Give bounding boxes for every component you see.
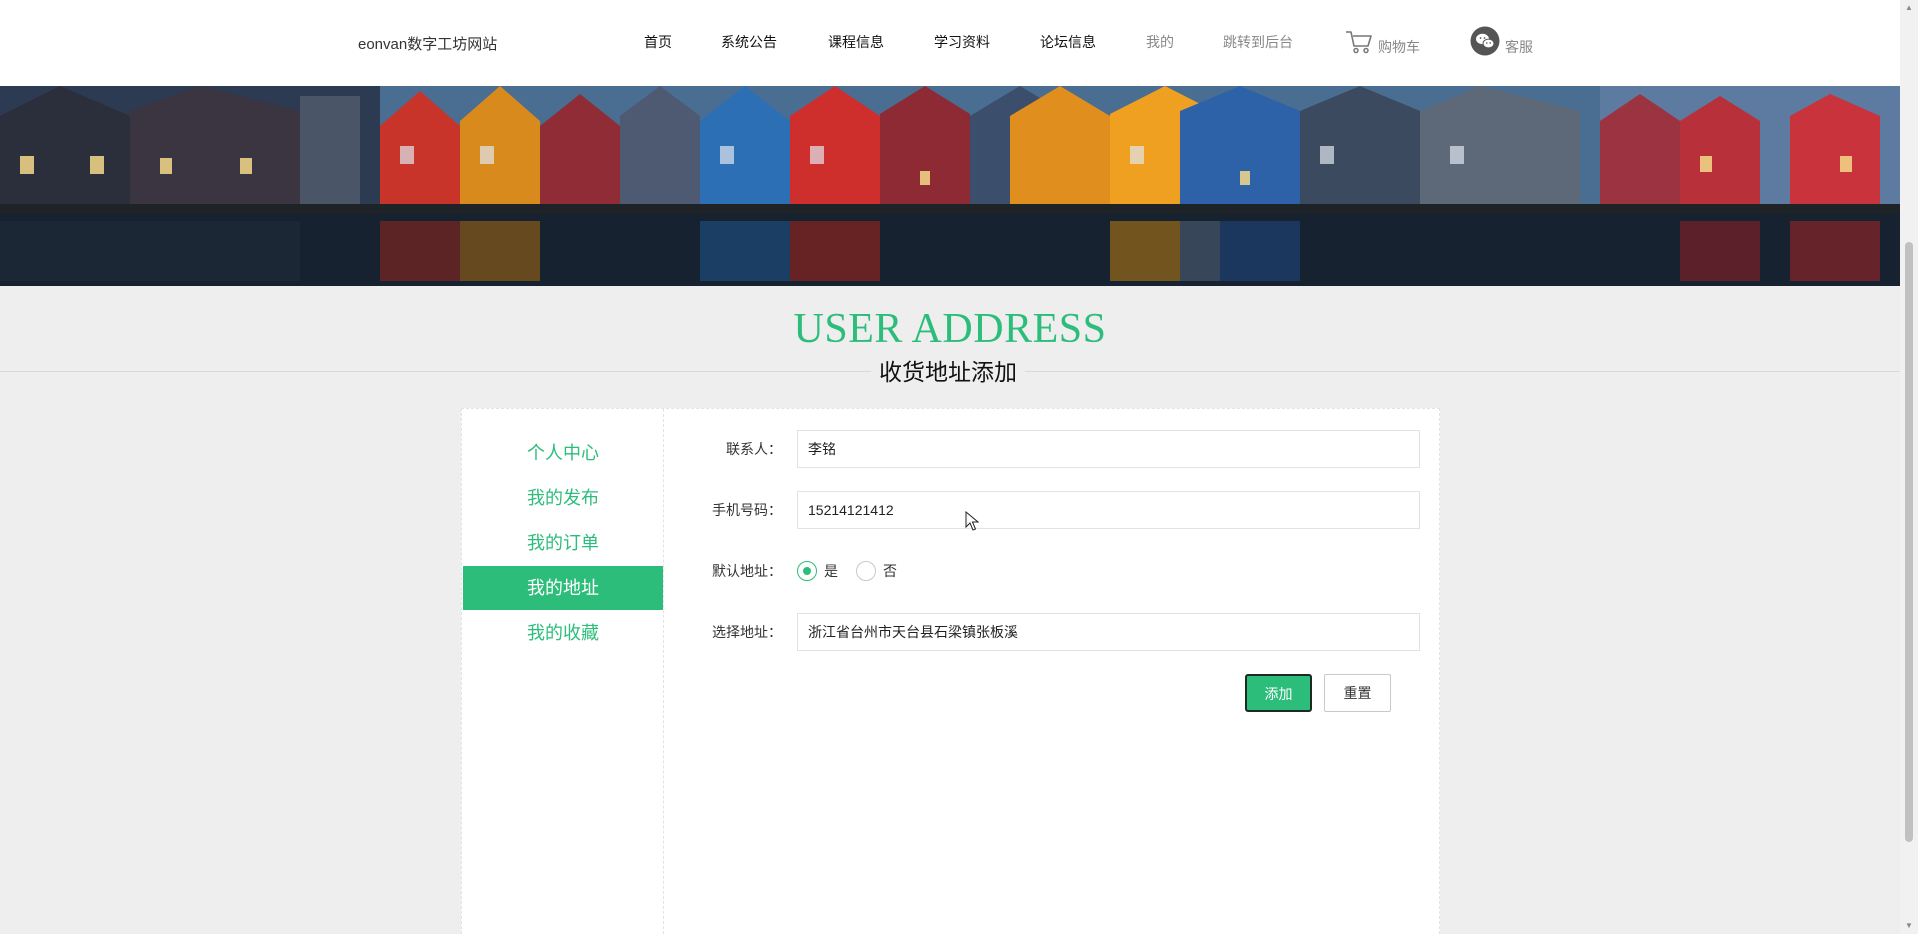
phone-label: 手机号码：	[712, 502, 782, 518]
wechat-icon[interactable]	[1470, 26, 1500, 61]
main-nav: 首页 系统公告 课程信息 学习资料 论坛信息 我的 跳转到后台 购物车 客服	[0, 26, 1900, 56]
radio-checked-icon[interactable]	[797, 561, 817, 581]
sidebar-item-my-favorites[interactable]: 我的收藏	[463, 611, 663, 655]
default-no-radio[interactable]: 否	[856, 561, 897, 581]
nav-courses[interactable]: 课程信息	[828, 33, 884, 51]
service-label[interactable]: 客服	[1505, 38, 1533, 56]
sidebar-item-personal-center[interactable]: 个人中心	[463, 431, 663, 475]
default-no-label: 否	[883, 563, 897, 579]
nav-home[interactable]: 首页	[644, 33, 672, 51]
scroll-up-icon[interactable]: ▲	[1905, 4, 1913, 12]
contact-input[interactable]	[797, 430, 1420, 468]
header: eonvan数字工坊网站 首页 系统公告 课程信息 学习资料 论坛信息 我的 跳…	[0, 0, 1900, 86]
contact-label: 联系人：	[726, 441, 782, 457]
nav-materials[interactable]: 学习资料	[934, 33, 990, 51]
sidebar-item-my-address[interactable]: 我的地址	[463, 566, 663, 610]
add-button[interactable]: 添加	[1245, 674, 1312, 712]
reset-button[interactable]: 重置	[1324, 674, 1391, 712]
page-title: USER ADDRESS	[793, 306, 1107, 352]
cart-icon[interactable]	[1345, 29, 1373, 60]
user-sidebar: 个人中心 我的发布 我的订单 我的地址 我的收藏	[462, 409, 664, 934]
default-yes-label: 是	[824, 563, 838, 579]
page-subtitle: 收货地址添加	[871, 357, 1025, 387]
nav-forum[interactable]: 论坛信息	[1040, 33, 1096, 51]
radio-unchecked-icon[interactable]	[856, 561, 876, 581]
banner-image	[0, 86, 1900, 286]
sidebar-item-my-orders[interactable]: 我的订单	[463, 521, 663, 565]
default-address-label: 默认地址：	[712, 563, 782, 579]
address-label: 选择地址：	[712, 624, 782, 640]
default-address-radio-group: 是 否	[797, 552, 915, 590]
nav-mine[interactable]: 我的	[1146, 33, 1174, 51]
address-input[interactable]	[797, 613, 1420, 651]
mouse-cursor-icon	[965, 510, 980, 536]
page-scrollbar[interactable]: ▲ ▼	[1900, 0, 1918, 934]
cart-label[interactable]: 购物车	[1378, 38, 1420, 56]
default-yes-radio[interactable]: 是	[797, 561, 838, 581]
scroll-down-icon[interactable]: ▼	[1905, 922, 1913, 930]
nav-admin[interactable]: 跳转到后台	[1223, 33, 1293, 51]
phone-input[interactable]	[797, 491, 1420, 529]
nav-announcements[interactable]: 系统公告	[721, 33, 777, 51]
sidebar-item-my-posts[interactable]: 我的发布	[463, 476, 663, 520]
scroll-thumb[interactable]	[1905, 242, 1913, 842]
content-card: 个人中心 我的发布 我的订单 我的地址 我的收藏 联系人： 手机号码： 默认地址…	[461, 408, 1440, 934]
